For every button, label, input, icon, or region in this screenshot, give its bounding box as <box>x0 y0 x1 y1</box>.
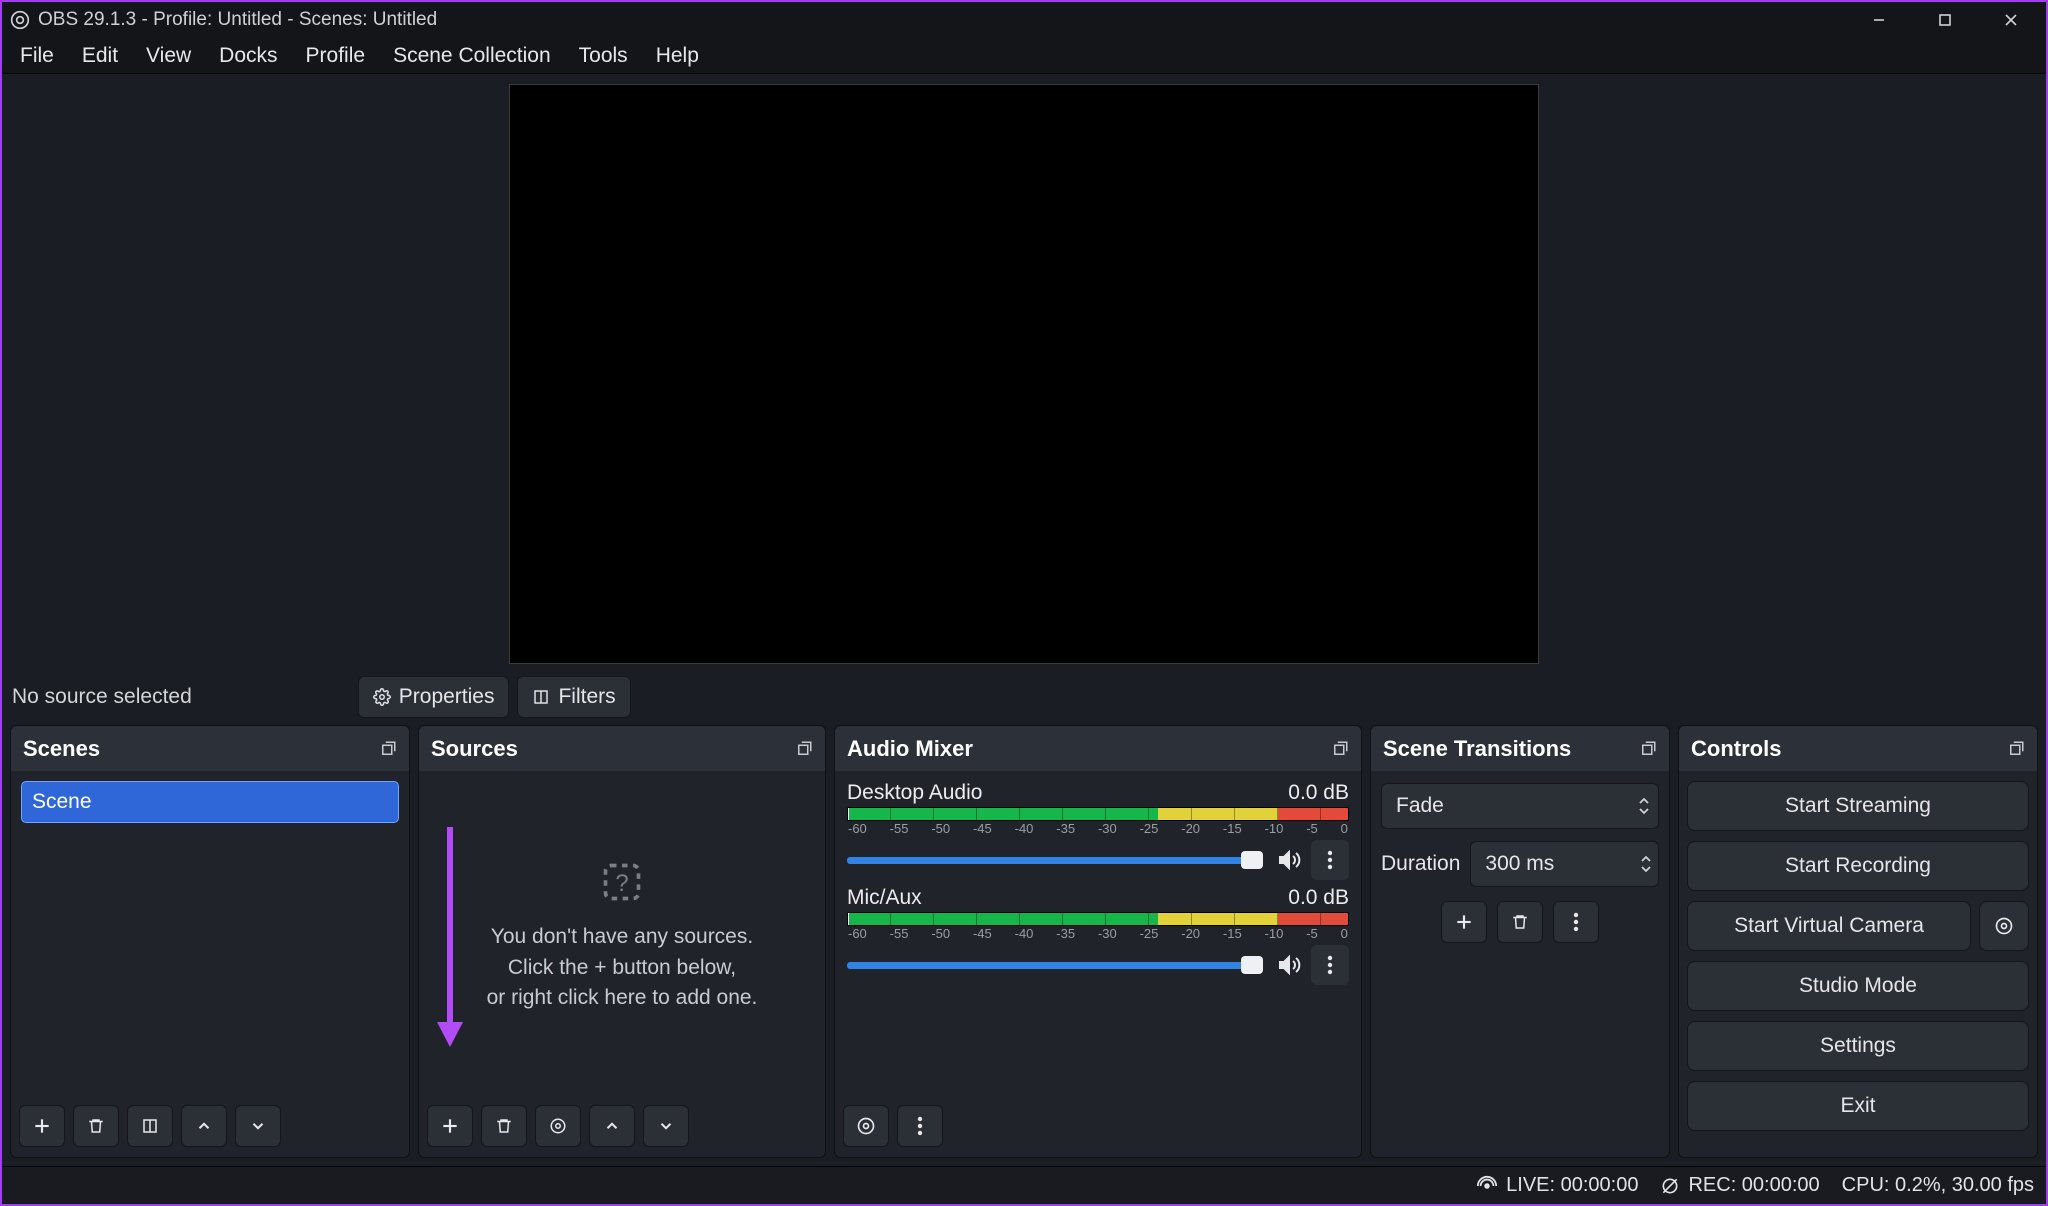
start-streaming-button[interactable]: Start Streaming <box>1687 781 2029 831</box>
add-transition-button[interactable] <box>1441 901 1487 943</box>
channel-menu-button[interactable] <box>1311 945 1349 985</box>
placeholder-icon: ? <box>600 860 644 904</box>
settings-button[interactable]: Settings <box>1687 1021 2029 1071</box>
audio-mixer-dock: Audio Mixer Desktop Audio 0.0 dB -60-55-50… <box>834 725 1362 1158</box>
move-scene-down-button[interactable] <box>235 1105 281 1147</box>
remove-source-button[interactable] <box>481 1105 527 1147</box>
source-properties-button[interactable] <box>535 1105 581 1147</box>
add-source-button[interactable] <box>427 1105 473 1147</box>
chevron-updown-icon <box>1640 855 1652 873</box>
start-recording-button[interactable]: Start Recording <box>1687 841 2029 891</box>
status-rec: REC: 00:00:00 <box>1688 1174 1819 1197</box>
scenes-dock: Scenes Scene <box>10 725 410 1158</box>
speaker-icon[interactable] <box>1277 953 1301 977</box>
meter-scale: -60-55-50-45-40-35-30-25-20-15-10-50 <box>847 926 1349 941</box>
statusbar: LIVE: 00:00:00 REC: 00:00:00 CPU: 0.2%, … <box>2 1166 2046 1204</box>
menu-tools[interactable]: Tools <box>567 40 640 72</box>
mixer-advanced-button[interactable] <box>843 1105 889 1147</box>
popout-icon[interactable] <box>1639 740 1657 758</box>
filters-button[interactable]: Filters <box>517 676 630 718</box>
sources-empty-line2: Click the + button below, <box>508 953 736 983</box>
audio-meter <box>847 912 1349 926</box>
mixer-title: Audio Mixer <box>847 736 973 762</box>
transitions-title: Scene Transitions <box>1383 736 1571 762</box>
virtual-camera-settings-button[interactable] <box>1979 901 2029 951</box>
remove-transition-button[interactable] <box>1497 901 1543 943</box>
channel-name: Mic/Aux <box>847 886 922 910</box>
menubar: File Edit View Docks Profile Scene Colle… <box>2 38 2046 74</box>
move-source-up-button[interactable] <box>589 1105 635 1147</box>
no-source-label: No source selected <box>12 685 192 709</box>
gear-icon <box>373 688 391 706</box>
preview-canvas[interactable] <box>509 84 1539 664</box>
add-scene-button[interactable] <box>19 1105 65 1147</box>
properties-button[interactable]: Properties <box>358 676 510 718</box>
close-button[interactable] <box>1982 2 2040 38</box>
audio-meter <box>847 807 1349 821</box>
titlebar: OBS 29.1.3 - Profile: Untitled - Scenes:… <box>2 2 2046 38</box>
chevron-updown-icon <box>1638 797 1650 815</box>
volume-slider[interactable] <box>847 857 1263 864</box>
menu-profile[interactable]: Profile <box>294 40 378 72</box>
popout-icon[interactable] <box>795 740 813 758</box>
menu-file[interactable]: File <box>8 40 66 72</box>
sources-empty-state[interactable]: ? You don't have any sources. Click the … <box>425 777 819 1097</box>
window-title: OBS 29.1.3 - Profile: Untitled - Scenes:… <box>38 9 437 31</box>
meter-scale: -60-55-50-45-40-35-30-25-20-15-10-50 <box>847 821 1349 836</box>
mixer-channel: Desktop Audio 0.0 dB -60-55-50-45-40-35-30… <box>841 777 1355 882</box>
minimize-button[interactable] <box>1850 2 1908 38</box>
source-toolbar: No source selected Properties Filters <box>2 669 2046 725</box>
menu-docks[interactable]: Docks <box>207 40 289 72</box>
obs-logo-icon <box>10 10 30 30</box>
preview-area <box>2 74 2046 669</box>
speaker-icon[interactable] <box>1277 848 1301 872</box>
volume-slider[interactable] <box>847 962 1263 969</box>
controls-dock: Controls Start Streaming Start Recording… <box>1678 725 2038 1158</box>
popout-icon[interactable] <box>1331 740 1349 758</box>
transition-select[interactable]: Fade <box>1381 783 1659 829</box>
duration-input[interactable]: 300 ms <box>1470 841 1659 887</box>
scene-filter-button[interactable] <box>127 1105 173 1147</box>
sources-empty-line3: or right click here to add one. <box>487 983 758 1013</box>
popout-icon[interactable] <box>379 740 397 758</box>
duration-label: Duration <box>1381 852 1460 876</box>
svg-text:?: ? <box>615 871 628 898</box>
exit-button[interactable]: Exit <box>1687 1081 2029 1131</box>
status-live: LIVE: 00:00:00 <box>1506 1174 1638 1197</box>
menu-help[interactable]: Help <box>644 40 711 72</box>
menu-scene-collection[interactable]: Scene Collection <box>381 40 563 72</box>
channel-level: 0.0 dB <box>1288 781 1349 805</box>
annotation-arrow-icon <box>435 827 465 1047</box>
popout-icon[interactable] <box>2007 740 2025 758</box>
start-virtual-camera-button[interactable]: Start Virtual Camera <box>1687 901 1971 951</box>
controls-title: Controls <box>1691 736 1781 762</box>
channel-menu-button[interactable] <box>1311 840 1349 880</box>
studio-mode-button[interactable]: Studio Mode <box>1687 961 2029 1011</box>
status-cpu: CPU: 0.2%, 30.00 fps <box>1842 1174 2034 1197</box>
move-scene-up-button[interactable] <box>181 1105 227 1147</box>
sources-empty-line1: You don't have any sources. <box>491 922 753 952</box>
menu-edit[interactable]: Edit <box>70 40 130 72</box>
remove-scene-button[interactable] <box>73 1105 119 1147</box>
scene-item[interactable]: Scene <box>21 781 399 823</box>
sources-title: Sources <box>431 736 518 762</box>
transitions-dock: Scene Transitions Fade Duration 300 ms <box>1370 725 1670 1158</box>
record-icon <box>1660 1176 1680 1196</box>
scenes-title: Scenes <box>23 736 100 762</box>
move-source-down-button[interactable] <box>643 1105 689 1147</box>
mixer-menu-button[interactable] <box>897 1105 943 1147</box>
sources-dock: Sources ? You don't have any sources. Cl… <box>418 725 826 1158</box>
maximize-button[interactable] <box>1916 2 1974 38</box>
mixer-channel: Mic/Aux 0.0 dB -60-55-50-45-40-35-30-25-20… <box>841 882 1355 987</box>
channel-level: 0.0 dB <box>1288 886 1349 910</box>
menu-view[interactable]: View <box>134 40 203 72</box>
channel-name: Desktop Audio <box>847 781 982 805</box>
broadcast-icon <box>1476 1175 1498 1197</box>
filters-icon <box>532 688 550 706</box>
transition-menu-button[interactable] <box>1553 901 1599 943</box>
